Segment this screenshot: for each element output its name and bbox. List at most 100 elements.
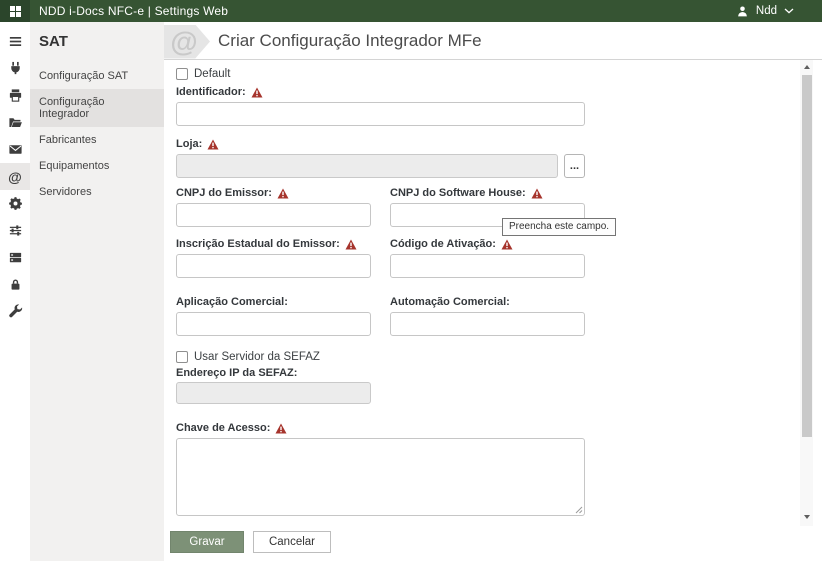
inscricao-label: Inscrição Estadual do Emissor: xyxy=(176,238,340,250)
required-warning-icon xyxy=(251,87,263,98)
inscricao-row: Inscrição Estadual do Emissor: Código de… xyxy=(176,238,585,278)
app-launcher-button[interactable] xyxy=(0,0,30,22)
loja-label: Loja: xyxy=(176,138,202,150)
aplicacao-input[interactable] xyxy=(176,312,371,336)
inscricao-input[interactable] xyxy=(176,254,371,278)
loja-browse-button[interactable]: ... xyxy=(564,154,585,178)
codigo-cell xyxy=(390,254,585,278)
plug-icon xyxy=(8,61,23,76)
rail-item-at-selected[interactable]: @ xyxy=(0,163,30,190)
resize-grip-icon[interactable] xyxy=(574,505,583,514)
sidebar-item-servidores[interactable]: Servidores xyxy=(30,179,164,205)
app-window: NDD i-Docs NFC-e | Settings Web Ndd xyxy=(0,0,822,561)
cnpj-emissor-input[interactable] xyxy=(176,203,371,227)
sidebar-item-configuracao-integrador[interactable]: Configuração Integrador xyxy=(30,89,164,127)
rail-item-mail[interactable] xyxy=(0,136,30,163)
sliders-icon xyxy=(8,223,23,238)
default-checkbox-label: Default xyxy=(194,68,230,80)
required-warning-icon xyxy=(501,239,513,250)
chave-cell xyxy=(176,438,585,516)
inscricao-cell xyxy=(176,254,371,278)
rail-item-server[interactable] xyxy=(0,244,30,271)
scrollbar-down-button[interactable] xyxy=(800,510,813,524)
required-warning-icon xyxy=(275,423,287,434)
cnpj-emissor-label: CNPJ do Emissor: xyxy=(176,187,272,199)
automacao-input[interactable] xyxy=(390,312,585,336)
rail-item-sliders[interactable] xyxy=(0,217,30,244)
endereco-label-row: Endereço IP da SEFAZ: xyxy=(176,367,585,379)
aplicacao-label-row: Aplicação Comercial: xyxy=(176,296,371,308)
chevron-down-icon xyxy=(784,8,794,14)
rail-item-gear[interactable] xyxy=(0,190,30,217)
sidebar-item-equipamentos[interactable]: Equipamentos xyxy=(30,153,164,179)
topbar: NDD i-Docs NFC-e | Settings Web Ndd xyxy=(0,0,822,22)
page-header-badge: @ xyxy=(164,25,210,59)
identificador-input[interactable] xyxy=(176,102,585,126)
sefaz-checkbox-label: Usar Servidor da SEFAZ xyxy=(194,351,320,363)
automacao-cell xyxy=(390,312,585,336)
page-header: @ Criar Configuração Integrador MFe xyxy=(164,22,822,60)
rail-item-menu[interactable] xyxy=(0,28,30,55)
rail-item-plug[interactable] xyxy=(0,55,30,82)
loja-label-row: Loja: xyxy=(176,138,585,150)
endereco-ip-input xyxy=(176,382,371,404)
sidebar-item-fabricantes[interactable]: Fabricantes xyxy=(30,127,164,153)
chave-label-row: Chave de Acesso: xyxy=(176,422,585,434)
rail-item-lock[interactable] xyxy=(0,271,30,298)
sefaz-checkbox[interactable] xyxy=(176,351,188,363)
default-checkbox-row: Default xyxy=(176,68,585,80)
cnpj-software-cell: Preencha este campo. xyxy=(390,203,585,227)
sidebar-title: SAT xyxy=(30,22,164,63)
cnpj-row: CNPJ do Emissor: CNPJ do Software House: xyxy=(176,187,585,227)
server-icon xyxy=(8,250,23,265)
folder-open-icon xyxy=(8,115,23,130)
cancel-button[interactable]: Cancelar xyxy=(253,531,331,553)
required-warning-icon xyxy=(531,188,543,199)
scrollbar-up-button[interactable] xyxy=(800,60,813,74)
required-warning-icon xyxy=(277,188,289,199)
required-warning-icon xyxy=(207,139,219,150)
wrench-icon xyxy=(8,304,23,319)
rail-item-folder[interactable] xyxy=(0,109,30,136)
aplicacao-label: Aplicação Comercial: xyxy=(176,296,288,308)
codigo-label-row: Código de Ativação: xyxy=(390,238,585,250)
sidebar-item-configuracao-sat[interactable]: Configuração SAT xyxy=(30,63,164,89)
at-icon: @ xyxy=(8,170,22,184)
codigo-ativacao-input[interactable] xyxy=(390,254,585,278)
codigo-label: Código de Ativação: xyxy=(390,238,496,250)
vertical-scrollbar[interactable] xyxy=(800,60,813,526)
menu-icon xyxy=(8,34,23,49)
at-badge-icon: @ xyxy=(170,28,197,56)
save-button[interactable]: Gravar xyxy=(170,531,244,553)
user-menu[interactable]: Ndd xyxy=(736,5,794,18)
cnpj-software-label: CNPJ do Software House: xyxy=(390,187,526,199)
printer-icon xyxy=(8,88,23,103)
inscricao-label-row: Inscrição Estadual do Emissor: xyxy=(176,238,371,250)
chave-acesso-textarea[interactable] xyxy=(176,438,585,516)
default-checkbox[interactable] xyxy=(176,68,188,80)
waffle-icon xyxy=(10,6,21,17)
icon-rail: @ xyxy=(0,22,30,561)
triangle-up-icon xyxy=(804,65,810,69)
rail-item-printer[interactable] xyxy=(0,82,30,109)
comercial-row: Aplicação Comercial: Automação Comercial… xyxy=(176,296,585,336)
aplicacao-cell xyxy=(176,312,371,336)
scrollbar-thumb[interactable] xyxy=(802,75,812,437)
sidebar: SAT Configuração SAT Configuração Integr… xyxy=(30,22,164,561)
identificador-label-row: Identificador: xyxy=(176,86,585,98)
required-warning-icon xyxy=(345,239,357,250)
main-content: @ Criar Configuração Integrador MFe Defa… xyxy=(164,22,822,561)
cnpj-emissor-label-row: CNPJ do Emissor: xyxy=(176,187,371,199)
automacao-label-row: Automação Comercial: xyxy=(390,296,585,308)
automacao-label: Automação Comercial: xyxy=(390,296,510,308)
form: Default Identificador: Loja: xyxy=(176,60,585,516)
gear-icon xyxy=(8,196,23,211)
user-name: Ndd xyxy=(756,5,777,17)
lock-icon xyxy=(8,277,23,292)
app-title: NDD i-Docs NFC-e | Settings Web xyxy=(39,4,228,18)
validation-tooltip: Preencha este campo. xyxy=(502,218,616,236)
cnpj-emissor-cell xyxy=(176,203,371,227)
identificador-label: Identificador: xyxy=(176,86,246,98)
triangle-down-icon xyxy=(804,515,810,519)
rail-item-wrench[interactable] xyxy=(0,298,30,325)
